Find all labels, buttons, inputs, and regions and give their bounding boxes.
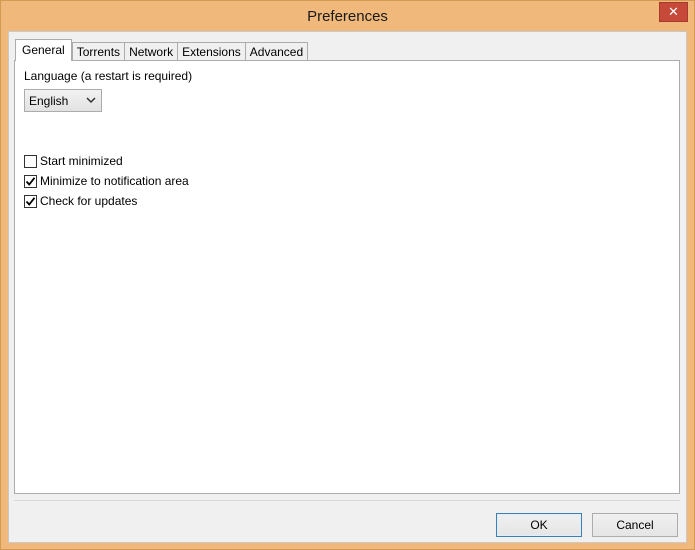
tab-strip: General Torrents Network Extensions Adva… xyxy=(15,39,309,61)
chevron-down-icon xyxy=(86,97,96,104)
close-icon: ✕ xyxy=(668,4,679,19)
check-for-updates-option[interactable]: Check for updates xyxy=(24,193,137,209)
check-for-updates-checkbox[interactable] xyxy=(24,194,37,208)
tab-extensions[interactable]: Extensions xyxy=(177,42,246,61)
tab-general[interactable]: General xyxy=(15,39,72,61)
checkmark-icon xyxy=(25,196,36,206)
general-tab-panel: Language (a restart is required) English… xyxy=(14,60,680,494)
window-title: Preferences xyxy=(307,8,388,25)
minimize-to-tray-label: Minimize to notification area xyxy=(40,174,189,188)
start-minimized-label: Start minimized xyxy=(40,154,123,168)
ok-button[interactable]: OK xyxy=(496,513,582,537)
footer-divider xyxy=(14,500,680,501)
language-selected-value: English xyxy=(29,94,69,108)
dialog-client-area: General Torrents Network Extensions Adva… xyxy=(8,31,687,543)
language-dropdown[interactable]: English xyxy=(24,89,102,112)
start-minimized-checkbox[interactable] xyxy=(24,154,37,168)
minimize-to-tray-checkbox[interactable] xyxy=(24,174,37,188)
language-label: Language (a restart is required) xyxy=(24,69,193,83)
minimize-to-tray-option[interactable]: Minimize to notification area xyxy=(24,173,189,189)
check-for-updates-label: Check for updates xyxy=(40,194,138,208)
start-minimized-option[interactable]: Start minimized xyxy=(24,153,123,169)
cancel-button[interactable]: Cancel xyxy=(592,513,678,537)
close-button[interactable]: ✕ xyxy=(659,2,688,22)
tab-torrents[interactable]: Torrents xyxy=(71,42,126,61)
preferences-window: Preferences ✕ General Torrents Network E… xyxy=(0,0,695,550)
tab-advanced[interactable]: Advanced xyxy=(244,42,309,61)
tab-network[interactable]: Network xyxy=(124,42,179,61)
title-bar[interactable]: Preferences ✕ xyxy=(1,1,694,31)
checkmark-icon xyxy=(25,176,36,186)
